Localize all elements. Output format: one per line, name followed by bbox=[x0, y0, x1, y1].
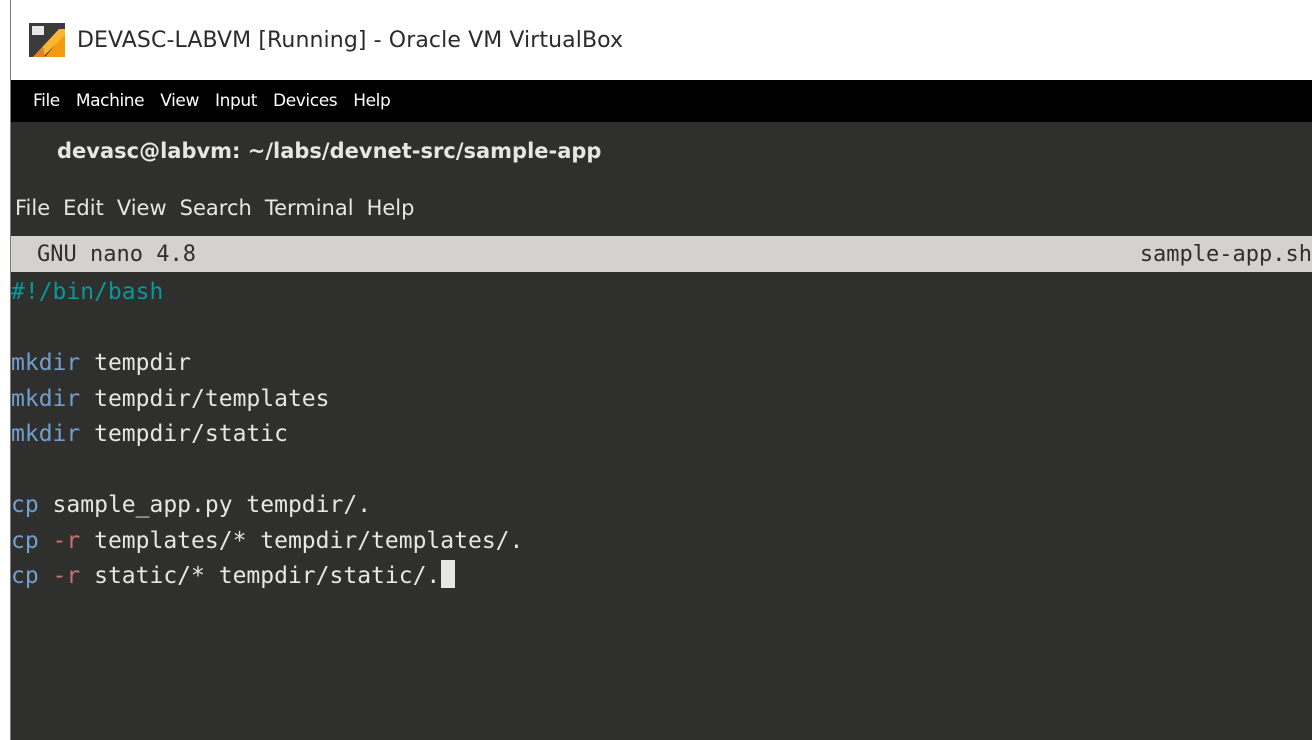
code-comment: #!/bin/bash bbox=[11, 279, 164, 305]
code-args: sample_app.py tempdir/. bbox=[38, 492, 372, 518]
code-args: tempdir/static bbox=[80, 421, 288, 447]
code-line: mkdir tempdir/templates bbox=[11, 382, 1312, 418]
code-area[interactable]: #!/bin/bash mkdir tempdir mkdir tempdir/t… bbox=[11, 272, 1312, 595]
code-command: mkdir bbox=[11, 350, 81, 376]
code-command: cp bbox=[11, 492, 39, 518]
code-line: cp -r templates/* tempdir/templates/. bbox=[11, 524, 1312, 560]
terminal-title: devasc@labvm: ~/labs/devnet-src/sample-a… bbox=[57, 139, 602, 163]
code-line: #!/bin/bash bbox=[11, 275, 1312, 311]
code-command: mkdir bbox=[11, 385, 81, 412]
terminal-menubar: File Edit View Search Terminal Help bbox=[11, 180, 1312, 236]
code-line: mkdir tempdir/static bbox=[11, 417, 1312, 453]
code-line: mkdir tempdir bbox=[11, 346, 1312, 382]
terminal-menu-help[interactable]: Help bbox=[367, 196, 415, 220]
terminal-menu-search[interactable]: Search bbox=[180, 196, 252, 220]
terminal-menu-view[interactable]: View bbox=[117, 196, 167, 220]
code-command: cp bbox=[11, 527, 39, 554]
virtualbox-menubar: File Machine View Input Devices Help bbox=[11, 80, 1312, 122]
code-option: -r bbox=[38, 527, 81, 554]
terminal-menu-edit[interactable]: Edit bbox=[63, 196, 104, 220]
text-cursor bbox=[441, 560, 456, 588]
vbox-menu-machine[interactable]: Machine bbox=[76, 91, 145, 111]
vbox-menu-devices[interactable]: Devices bbox=[273, 91, 338, 111]
code-args: static/* tempdir/static/. bbox=[80, 563, 441, 589]
code-command: mkdir bbox=[11, 421, 81, 447]
code-args: tempdir bbox=[80, 350, 192, 376]
virtualbox-window: DEVASC-LABVM [Running] - Oracle VM Virtu… bbox=[11, 0, 1312, 740]
nano-status-bar: GNU nano 4.8 sample-app.sh bbox=[11, 236, 1312, 272]
nano-filename: sample-app.sh bbox=[1139, 241, 1312, 267]
window-left-border bbox=[0, 0, 11, 740]
code-option: -r bbox=[38, 563, 81, 589]
code-line: cp -r static/* tempdir/static/. bbox=[11, 559, 1312, 595]
window-titlebar[interactable]: DEVASC-LABVM [Running] - Oracle VM Virtu… bbox=[11, 0, 1312, 80]
vbox-menu-view[interactable]: View bbox=[160, 91, 199, 111]
window-title: DEVASC-LABVM [Running] - Oracle VM Virtu… bbox=[77, 27, 624, 53]
terminal-menu-file[interactable]: File bbox=[15, 196, 50, 220]
nano-editor[interactable]: GNU nano 4.8 sample-app.sh #!/bin/bash m… bbox=[11, 236, 1312, 740]
vbox-menu-file[interactable]: File bbox=[33, 91, 60, 111]
terminal-menu-terminal[interactable]: Terminal bbox=[265, 196, 354, 220]
nano-version: GNU nano 4.8 bbox=[37, 241, 196, 267]
virtualbox-logo-icon bbox=[29, 23, 65, 57]
vbox-menu-help[interactable]: Help bbox=[353, 91, 391, 111]
code-command: cp bbox=[11, 563, 39, 589]
code-args: templates/* tempdir/templates/. bbox=[80, 527, 524, 554]
code-line: cp sample_app.py tempdir/. bbox=[11, 488, 1312, 524]
vbox-menu-input[interactable]: Input bbox=[215, 91, 257, 111]
terminal-titlebar[interactable]: devasc@labvm: ~/labs/devnet-src/sample-a… bbox=[11, 122, 1312, 180]
code-args: tempdir/templates bbox=[80, 385, 330, 412]
